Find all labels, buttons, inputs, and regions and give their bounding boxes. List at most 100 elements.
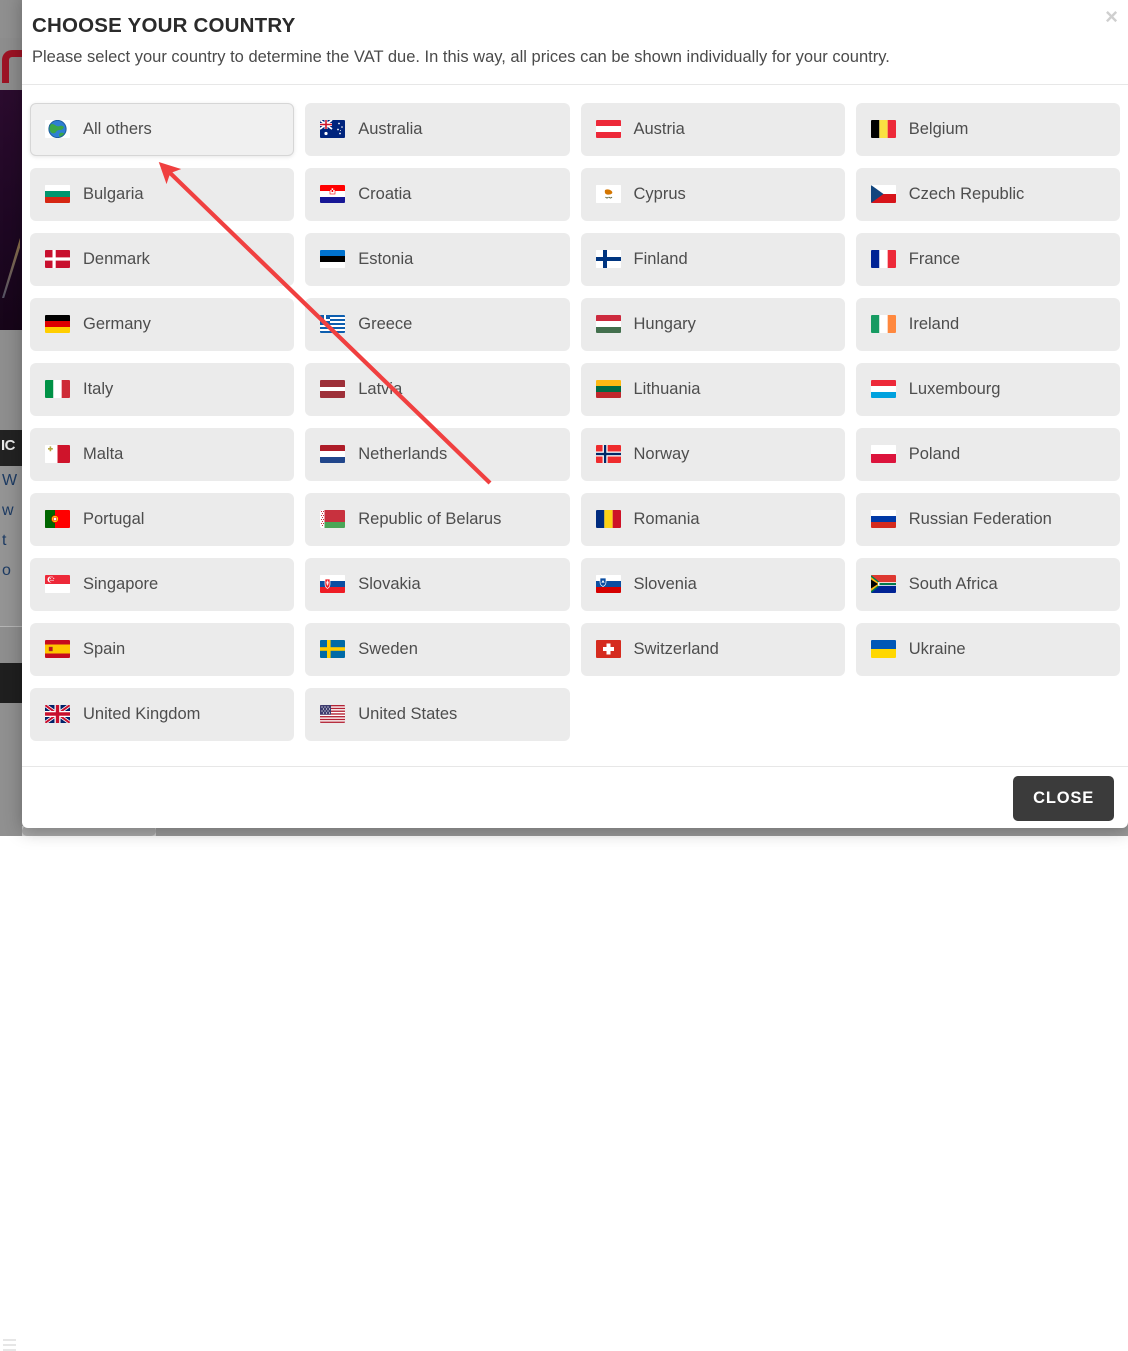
belgium-flag-icon	[871, 120, 896, 138]
country-button-italy[interactable]: Italy	[30, 363, 294, 416]
country-button-portugal[interactable]: Portugal	[30, 493, 294, 546]
estonia-flag-icon	[320, 250, 345, 268]
country-label: South Africa	[909, 575, 998, 594]
sweden-flag-icon	[320, 640, 345, 658]
country-grid: All othersAustralia Austria Belgium Bulgari…	[30, 103, 1120, 741]
country-button-lithuania[interactable]: Lithuania	[581, 363, 845, 416]
country-button-united-kingdom[interactable]: United Kingdom	[30, 688, 294, 741]
country-button-france[interactable]: France	[856, 233, 1120, 286]
country-button-poland[interactable]: Poland	[856, 428, 1120, 481]
hamburger-icon[interactable]	[3, 1339, 16, 1350]
country-button-netherlands[interactable]: Netherlands	[305, 428, 569, 481]
country-button-estonia[interactable]: Estonia	[305, 233, 569, 286]
page-title: CHOOSE YOUR COUNTRY	[32, 14, 1102, 39]
modal-footer: CLOSE	[22, 766, 1128, 828]
country-button-hungary[interactable]: Hungary	[581, 298, 845, 351]
country-button-denmark[interactable]: Denmark	[30, 233, 294, 286]
country-label: Czech Republic	[909, 185, 1025, 204]
southafrica-flag-icon	[871, 575, 896, 593]
country-button-cyprus[interactable]: Cyprus	[581, 168, 845, 221]
country-button-spain[interactable]: Spain	[30, 623, 294, 676]
country-label: Latvia	[358, 380, 402, 399]
country-label: Germany	[83, 315, 151, 334]
portugal-flag-icon	[45, 510, 70, 528]
country-label: Slovenia	[634, 575, 697, 594]
country-label: Republic of Belarus	[358, 510, 501, 529]
russia-flag-icon	[871, 510, 896, 528]
country-button-norway[interactable]: Norway	[581, 428, 845, 481]
ireland-flag-icon	[871, 315, 896, 333]
romania-flag-icon	[596, 510, 621, 528]
slovakia-flag-icon	[320, 575, 345, 593]
country-button-singapore[interactable]: Singapore	[30, 558, 294, 611]
country-button-slovenia[interactable]: Slovenia	[581, 558, 845, 611]
country-label: Russian Federation	[909, 510, 1052, 529]
italy-flag-icon	[45, 380, 70, 398]
czech-flag-icon	[871, 185, 896, 203]
country-label: Estonia	[358, 250, 413, 269]
usa-flag-icon	[320, 705, 345, 723]
country-label: Austria	[634, 120, 685, 139]
country-button-sweden[interactable]: Sweden	[305, 623, 569, 676]
country-label: Slovakia	[358, 575, 420, 594]
bg-hero-streak	[2, 238, 20, 298]
latvia-flag-icon	[320, 380, 345, 398]
bg-section-1	[0, 330, 22, 430]
country-label: Luxembourg	[909, 380, 1001, 399]
country-button-latvia[interactable]: Latvia	[305, 363, 569, 416]
australia-flag-icon	[320, 120, 345, 138]
country-label: Norway	[634, 445, 690, 464]
country-button-belgium[interactable]: Belgium	[856, 103, 1120, 156]
country-button-ireland[interactable]: Ireland	[856, 298, 1120, 351]
close-icon[interactable]: ×	[1105, 6, 1118, 28]
germany-flag-icon	[45, 315, 70, 333]
country-button-australia[interactable]: Australia	[305, 103, 569, 156]
modal-subtitle: Please select your country to determine …	[32, 46, 1102, 68]
country-label: Lithuania	[634, 380, 701, 399]
country-button-malta[interactable]: Malta	[30, 428, 294, 481]
norway-flag-icon	[596, 445, 621, 463]
modal-header: CHOOSE YOUR COUNTRY Please select your c…	[22, 0, 1128, 85]
country-label: Hungary	[634, 315, 696, 334]
country-button-switzerland[interactable]: Switzerland	[581, 623, 845, 676]
country-button-russian-federation[interactable]: Russian Federation	[856, 493, 1120, 546]
country-button-united-states[interactable]: United States	[305, 688, 569, 741]
bg-logo	[0, 44, 18, 86]
country-label: Switzerland	[634, 640, 719, 659]
country-label: Ukraine	[909, 640, 966, 659]
country-button-croatia[interactable]: Croatia	[305, 168, 569, 221]
country-button-south-africa[interactable]: South Africa	[856, 558, 1120, 611]
ukraine-flag-icon	[871, 640, 896, 658]
country-label: Denmark	[83, 250, 150, 269]
france-flag-icon	[871, 250, 896, 268]
spain-flag-icon	[45, 640, 70, 658]
country-button-bulgaria[interactable]: Bulgaria	[30, 168, 294, 221]
country-button-luxembourg[interactable]: Luxembourg	[856, 363, 1120, 416]
bulgaria-flag-icon	[45, 185, 70, 203]
bg-dark-bar-2	[0, 663, 22, 703]
lithuania-flag-icon	[596, 380, 621, 398]
country-label: United States	[358, 705, 457, 724]
netherlands-flag-icon	[320, 445, 345, 463]
country-button-germany[interactable]: Germany	[30, 298, 294, 351]
country-button-republic-of-belarus[interactable]: Republic of Belarus	[305, 493, 569, 546]
country-label: Singapore	[83, 575, 158, 594]
country-label: Sweden	[358, 640, 418, 659]
country-button-slovakia[interactable]: Slovakia	[305, 558, 569, 611]
country-button-greece[interactable]: Greece	[305, 298, 569, 351]
country-button-czech-republic[interactable]: Czech Republic	[856, 168, 1120, 221]
country-label: France	[909, 250, 960, 269]
country-button-romania[interactable]: Romania	[581, 493, 845, 546]
greece-flag-icon	[320, 315, 345, 333]
singapore-flag-icon	[45, 575, 70, 593]
country-button-finland[interactable]: Finland	[581, 233, 845, 286]
country-button-ukraine[interactable]: Ukraine	[856, 623, 1120, 676]
close-button[interactable]: CLOSE	[1013, 776, 1114, 821]
country-label: Cyprus	[634, 185, 686, 204]
country-label: Bulgaria	[83, 185, 144, 204]
croatia-flag-icon	[320, 185, 345, 203]
country-button-austria[interactable]: Austria	[581, 103, 845, 156]
country-label: Poland	[909, 445, 960, 464]
country-button-all-others[interactable]: All others	[30, 103, 294, 156]
bg-hero-banner: ›	[0, 90, 22, 330]
